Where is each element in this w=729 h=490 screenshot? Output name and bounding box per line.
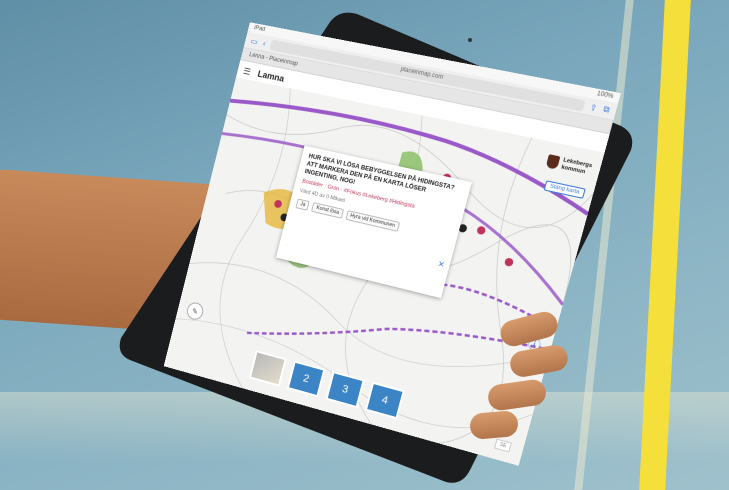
- menu-icon[interactable]: ☰: [242, 65, 252, 77]
- tile-number: 4: [380, 393, 390, 408]
- tabs-icon[interactable]: ⧉: [602, 104, 611, 115]
- popup-button-2[interactable]: Konst lösa: [311, 202, 344, 219]
- sidebar-icon[interactable]: ▭: [250, 36, 259, 46]
- status-left: iPad: [253, 25, 266, 33]
- tile-number: 3: [340, 383, 350, 397]
- close-icon[interactable]: ✕: [437, 259, 446, 269]
- share-icon[interactable]: ⇪: [589, 102, 599, 113]
- back-icon[interactable]: ‹: [262, 38, 267, 47]
- crest-icon: [545, 154, 561, 170]
- tile-number: 2: [301, 372, 311, 386]
- photo-background: iPad 100% ▭ ‹ placeinmap.com ⇪ ⧉ Lenna -…: [0, 0, 729, 490]
- url-text: placeinmap.com: [399, 66, 444, 81]
- popup-button-1[interactable]: Ja: [295, 198, 311, 211]
